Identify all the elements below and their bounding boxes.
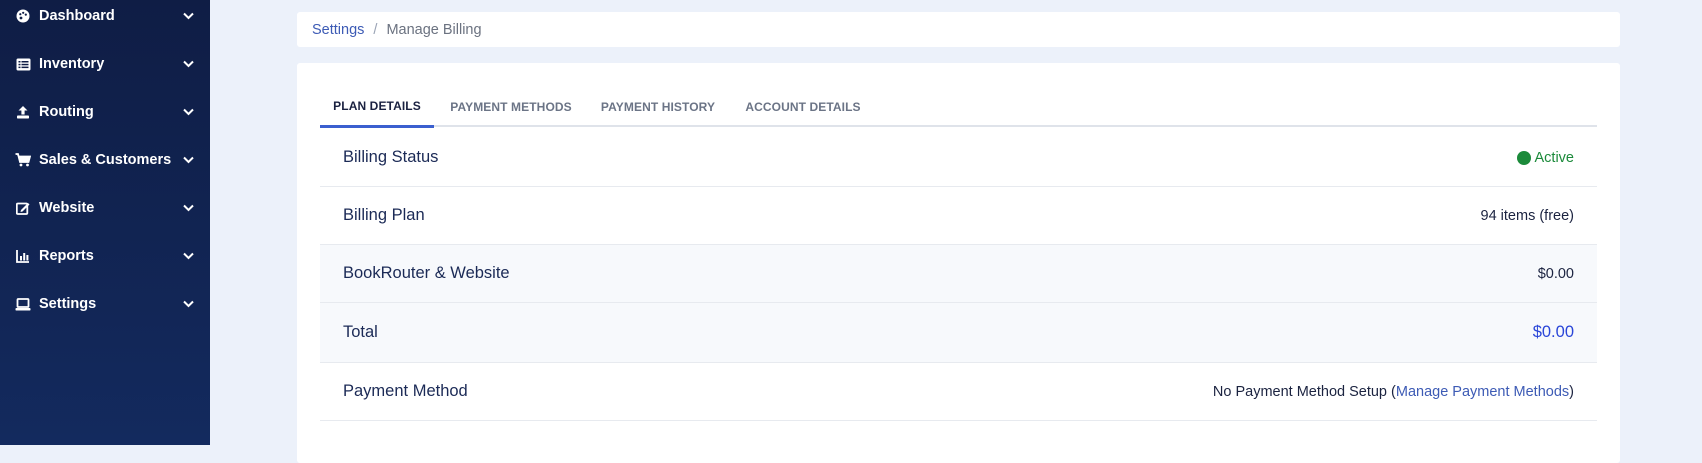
tab-account-details[interactable]: ACCOUNT DETAILS bbox=[740, 87, 866, 127]
payment-method-status: No Payment Method Setup ( bbox=[1212, 383, 1396, 400]
payment-method-value: No Payment Method Setup (Manage Payment … bbox=[1213, 384, 1574, 400]
sidebar-item-settings[interactable]: Settings bbox=[0, 288, 210, 320]
tab-payment-methods[interactable]: PAYMENT METHODS bbox=[447, 87, 575, 127]
bookrouter-row: BookRouter & Website $0.00 bbox=[320, 245, 1597, 303]
chevron-down-icon bbox=[181, 105, 195, 119]
sidebar-item-routing[interactable]: Routing bbox=[0, 96, 210, 128]
sidebar-item-label: Dashboard bbox=[39, 8, 115, 24]
payment-method-row: Payment Method No Payment Method Setup (… bbox=[320, 363, 1597, 421]
billing-status-label: Billing Status bbox=[343, 148, 439, 166]
chevron-down-icon bbox=[181, 57, 195, 71]
manage-payment-methods-link[interactable]: Manage Payment Methods bbox=[1396, 384, 1569, 400]
sidebar-item-sales-customers[interactable]: Sales & Customers bbox=[0, 144, 210, 176]
status-badge: Active bbox=[1516, 149, 1575, 166]
sidebar-item-label: Sales & Customers bbox=[39, 152, 172, 168]
breadcrumb-settings-link[interactable]: Settings bbox=[312, 22, 364, 38]
status-dot-icon bbox=[1516, 150, 1531, 165]
chevron-down-icon bbox=[181, 297, 195, 311]
sidebar: Dashboard Inventory Routing Sales & Cust… bbox=[0, 0, 210, 445]
bookrouter-label: BookRouter & Website bbox=[343, 264, 510, 282]
billing-tabs: PLAN DETAILS PAYMENT METHODS PAYMENT HIS… bbox=[320, 87, 1597, 128]
list-icon bbox=[15, 56, 31, 72]
sidebar-item-website[interactable]: Website bbox=[0, 192, 210, 224]
billing-status-row: Billing Status Active bbox=[320, 129, 1597, 187]
total-value: $0.00 bbox=[1532, 323, 1574, 341]
sidebar-item-label: Reports bbox=[39, 248, 94, 264]
edit-icon bbox=[15, 200, 31, 216]
breadcrumb: Settings / Manage Billing bbox=[297, 12, 1620, 47]
billing-card: PLAN DETAILS PAYMENT METHODS PAYMENT HIS… bbox=[297, 63, 1620, 463]
chart-icon bbox=[15, 248, 31, 264]
chevron-down-icon bbox=[181, 201, 195, 215]
sidebar-item-reports[interactable]: Reports bbox=[0, 240, 210, 272]
chevron-down-icon bbox=[181, 153, 195, 167]
sidebar-item-label: Inventory bbox=[39, 56, 105, 72]
upload-icon bbox=[15, 104, 31, 120]
breadcrumb-separator: / bbox=[373, 21, 378, 38]
bookrouter-value: $0.00 bbox=[1537, 265, 1574, 282]
sidebar-item-label: Website bbox=[39, 200, 95, 216]
sidebar-item-dashboard[interactable]: Dashboard bbox=[0, 0, 210, 32]
laptop-icon bbox=[15, 296, 31, 312]
total-row: Total $0.00 bbox=[320, 303, 1597, 363]
sidebar-item-label: Routing bbox=[39, 104, 94, 120]
tab-payment-history[interactable]: PAYMENT HISTORY bbox=[597, 87, 719, 127]
sidebar-item-label: Settings bbox=[39, 296, 97, 312]
billing-status-value: Active bbox=[1534, 149, 1575, 166]
billing-plan-row: Billing Plan 94 items (free) bbox=[320, 187, 1597, 245]
chevron-down-icon bbox=[181, 249, 195, 263]
cart-icon bbox=[15, 152, 31, 168]
payment-method-close-paren: ) bbox=[1569, 383, 1574, 400]
sidebar-item-inventory[interactable]: Inventory bbox=[0, 48, 210, 80]
payment-method-label: Payment Method bbox=[343, 382, 468, 400]
tab-plan-details[interactable]: PLAN DETAILS bbox=[320, 87, 434, 128]
breadcrumb-current: Manage Billing bbox=[386, 21, 482, 38]
total-label: Total bbox=[343, 323, 378, 341]
billing-plan-label: Billing Plan bbox=[343, 206, 425, 224]
billing-plan-value: 94 items (free) bbox=[1480, 207, 1574, 224]
palette-icon bbox=[15, 8, 31, 24]
chevron-down-icon bbox=[181, 9, 195, 23]
